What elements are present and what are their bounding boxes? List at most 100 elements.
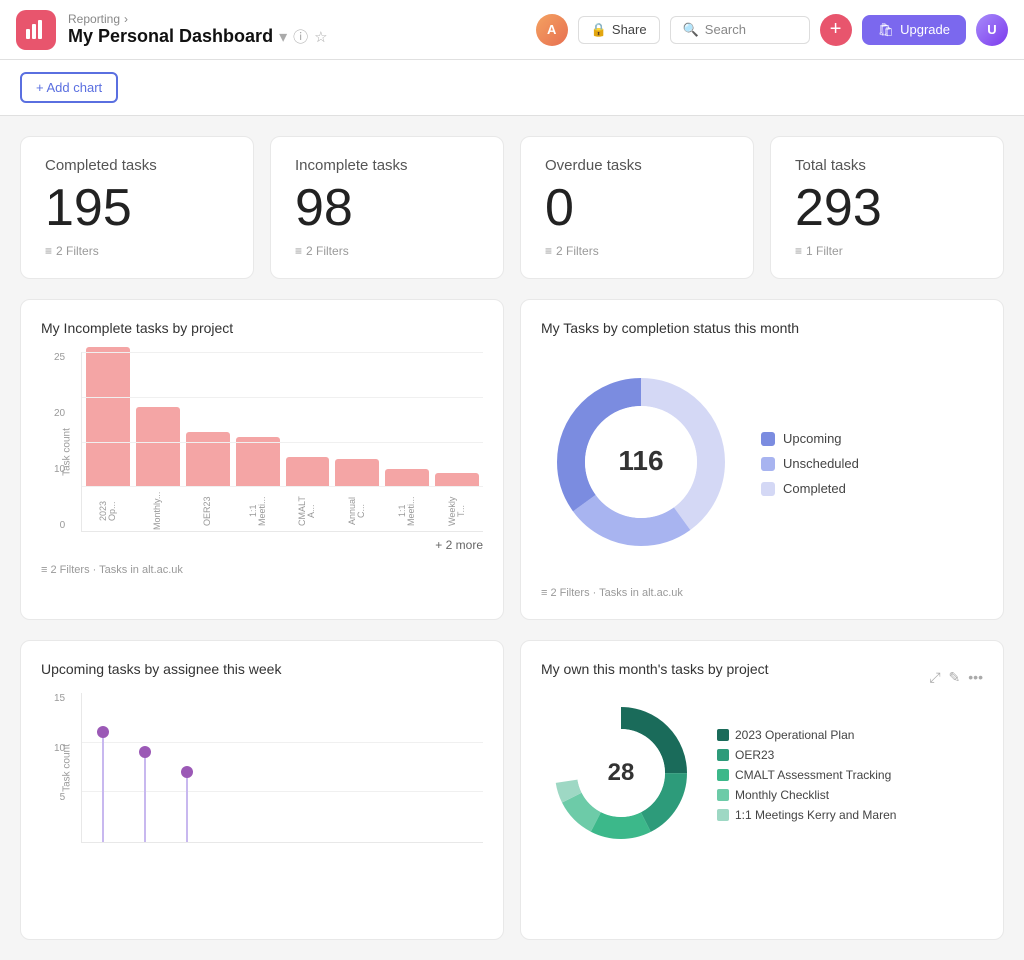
project-donut-card: My own this month's tasks by project ⤢ ✎… bbox=[520, 640, 1004, 940]
bottom-row: Upcoming tasks by assignee this week Tas… bbox=[20, 640, 1004, 940]
stat-label-total: Total tasks bbox=[795, 157, 979, 174]
bar-col-3[interactable]: 1:1 Meeti... bbox=[236, 437, 280, 531]
stat-value-total: 293 bbox=[795, 182, 979, 234]
bar-label-5: Annual C... bbox=[348, 491, 366, 531]
donut-chart-footer: ≡ 2 Filters · Tasks in alt.ac.uk bbox=[541, 587, 983, 599]
bar-6 bbox=[385, 469, 429, 487]
stat-filter-overdue[interactable]: ≡ 2 Filters bbox=[545, 244, 729, 258]
search-box[interactable]: 🔍 Search bbox=[670, 16, 810, 44]
filter-icon-3: ≡ bbox=[545, 244, 552, 258]
avatar[interactable]: A bbox=[536, 14, 568, 46]
breadcrumb-separator: › bbox=[124, 12, 128, 26]
main-content: Completed tasks 195 ≡ 2 Filters Incomple… bbox=[0, 116, 1024, 960]
bar-col-6[interactable]: 1:1 Meeti... bbox=[385, 469, 429, 531]
reporting-link[interactable]: Reporting bbox=[68, 12, 120, 26]
lollipop-dot-2 bbox=[181, 766, 193, 778]
lollipop-chart-card: Upcoming tasks by assignee this week Tas… bbox=[20, 640, 504, 940]
lollipop-col-2 bbox=[186, 772, 188, 842]
legend-completed: Completed bbox=[761, 481, 859, 496]
bar-col-1[interactable]: Monthly... bbox=[136, 407, 180, 531]
lollipop-dot-1 bbox=[139, 746, 151, 758]
bar-col-5[interactable]: Annual C... bbox=[335, 459, 379, 531]
star-icon[interactable]: ☆ bbox=[314, 28, 327, 46]
bar-label-4: CMALT A... bbox=[298, 491, 316, 531]
breadcrumb: Reporting › My Personal Dashboard ▾ ⓘ ☆ bbox=[68, 12, 328, 47]
stats-row: Completed tasks 195 ≡ 2 Filters Incomple… bbox=[20, 136, 1004, 279]
bar-col-7[interactable]: Weekly T... bbox=[435, 473, 479, 531]
legend-dot-3 bbox=[717, 789, 729, 801]
bar-col-2[interactable]: OER23 bbox=[186, 432, 230, 531]
bar-7 bbox=[435, 473, 479, 487]
legend-dot-1 bbox=[717, 749, 729, 761]
header: Reporting › My Personal Dashboard ▾ ⓘ ☆ … bbox=[0, 0, 1024, 60]
plus-button[interactable]: + bbox=[820, 14, 852, 46]
bar-0 bbox=[86, 347, 130, 487]
stat-filter-total[interactable]: ≡ 1 Filter bbox=[795, 244, 979, 258]
more-link[interactable]: + 2 more bbox=[81, 538, 483, 552]
legend-item-4: 1:1 Meetings Kerry and Maren bbox=[717, 808, 896, 822]
title-chevron[interactable]: ▾ bbox=[279, 27, 287, 47]
unscheduled-dot bbox=[761, 457, 775, 471]
stat-card-overdue: Overdue tasks 0 ≡ 2 Filters bbox=[520, 136, 754, 279]
donut-svg-wrapper: 116 bbox=[541, 362, 741, 565]
add-chart-button[interactable]: + Add chart bbox=[20, 72, 118, 103]
lollipop-y-top: 15 bbox=[54, 693, 65, 704]
bar-label-7: Weekly T... bbox=[448, 491, 466, 531]
legend-dot-4 bbox=[717, 809, 729, 821]
bar-3 bbox=[236, 437, 280, 487]
project-chart-content: 28 2023 Operational Plan OER23 CMALT Ass… bbox=[541, 693, 983, 856]
project-donut-wrapper: 28 bbox=[541, 693, 701, 856]
svg-text:28: 28 bbox=[608, 759, 635, 786]
filter-icon-2: ≡ bbox=[295, 244, 302, 258]
upgrade-button[interactable]: 🛍 Upgrade bbox=[862, 15, 966, 45]
y-label-zero: 0 bbox=[54, 520, 65, 531]
app-logo bbox=[16, 10, 56, 50]
more-icon[interactable]: ••• bbox=[968, 669, 983, 686]
lollipop-dot-0 bbox=[97, 726, 109, 738]
bar-col-4[interactable]: CMALT A... bbox=[286, 457, 330, 531]
share-icon: 🔒 bbox=[591, 22, 607, 38]
donut-area: 116 Upcoming Unscheduled Completed bbox=[541, 352, 983, 575]
share-button[interactable]: 🔒 Share bbox=[578, 16, 660, 44]
bar-label-6: 1:1 Meeti... bbox=[398, 491, 416, 531]
y-label-low: 10 bbox=[54, 464, 65, 475]
donut-center-text: 116 bbox=[618, 445, 663, 476]
bar-chart-card: My Incomplete tasks by project Task coun… bbox=[20, 299, 504, 620]
bar-chart-footer: ≡ 2 Filters · Tasks in alt.ac.uk bbox=[41, 564, 483, 576]
info-icon[interactable]: ⓘ bbox=[293, 26, 308, 47]
user-avatar[interactable]: U bbox=[976, 14, 1008, 46]
legend-dot-2 bbox=[717, 769, 729, 781]
legend-item-3: Monthly Checklist bbox=[717, 788, 896, 802]
donut-chart-title: My Tasks by completion status this month bbox=[541, 320, 983, 336]
y-label-top: 25 bbox=[54, 352, 65, 363]
legend-dot-0 bbox=[717, 729, 729, 741]
stat-value-completed: 195 bbox=[45, 182, 229, 234]
stat-label-incomplete: Incomplete tasks bbox=[295, 157, 479, 174]
filter-icon-4: ≡ bbox=[795, 244, 802, 258]
expand-icon[interactable]: ⤢ bbox=[929, 669, 940, 686]
bar-label-2: OER23 bbox=[203, 491, 212, 531]
stat-card-total: Total tasks 293 ≡ 1 Filter bbox=[770, 136, 1004, 279]
stat-card-incomplete: Incomplete tasks 98 ≡ 2 Filters bbox=[270, 136, 504, 279]
donut-legend: Upcoming Unscheduled Completed bbox=[761, 431, 859, 496]
lollipop-col-0 bbox=[102, 732, 104, 842]
legend-unscheduled: Unscheduled bbox=[761, 456, 859, 471]
filter-icon: ≡ bbox=[45, 244, 52, 258]
toolbar: + Add chart bbox=[0, 60, 1024, 116]
stat-label-overdue: Overdue tasks bbox=[545, 157, 729, 174]
page-title: My Personal Dashboard bbox=[68, 26, 273, 47]
stat-label-completed: Completed tasks bbox=[45, 157, 229, 174]
bar-label-0: 2023 Op... bbox=[99, 491, 117, 531]
legend-item-1: OER23 bbox=[717, 748, 896, 762]
bar-5 bbox=[335, 459, 379, 487]
search-icon: 🔍 bbox=[683, 22, 699, 38]
stat-filter-incomplete[interactable]: ≡ 2 Filters bbox=[295, 244, 479, 258]
bar-4 bbox=[286, 457, 330, 487]
bar-2 bbox=[186, 432, 230, 487]
stat-filter-completed[interactable]: ≡ 2 Filters bbox=[45, 244, 229, 258]
stat-card-completed: Completed tasks 195 ≡ 2 Filters bbox=[20, 136, 254, 279]
bar-col-0[interactable]: 2023 Op... bbox=[86, 347, 130, 531]
edit-icon[interactable]: ✎ bbox=[949, 669, 961, 686]
legend-item-0: 2023 Operational Plan bbox=[717, 728, 896, 742]
y-label-mid: 20 bbox=[54, 408, 65, 419]
